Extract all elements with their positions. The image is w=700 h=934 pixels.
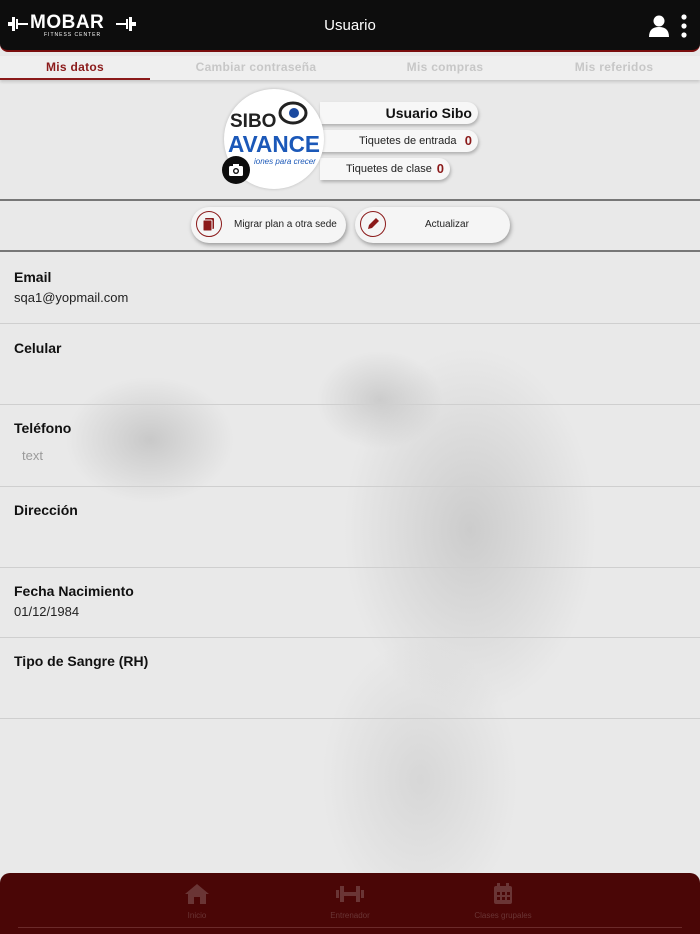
migrate-plan-label: Migrar plan a otra sede bbox=[234, 219, 337, 230]
nav-inicio[interactable]: Inicio bbox=[137, 883, 257, 920]
change-photo-button[interactable] bbox=[222, 156, 250, 184]
nav-inicio-label: Inicio bbox=[187, 911, 207, 920]
more-vertical-icon[interactable] bbox=[680, 14, 688, 38]
celular-label: Celular bbox=[14, 340, 62, 356]
migrate-icon-circle bbox=[196, 211, 222, 237]
nav-clases-grupales[interactable]: Clases grupales bbox=[443, 883, 563, 920]
direccion-label: Dirección bbox=[14, 502, 78, 518]
bottom-nav: Inicio Entrenador Clases grupales bbox=[0, 873, 700, 934]
email-label: Email bbox=[14, 269, 52, 285]
copy-icon bbox=[202, 218, 214, 232]
profile-name: Usuario Sibo bbox=[385, 105, 472, 121]
tipo-sangre-label: Tipo de Sangre (RH) bbox=[14, 653, 149, 669]
entry-tickets-value: 0 bbox=[464, 133, 472, 148]
nav-clases-grupales-label: Clases grupales bbox=[474, 911, 532, 920]
fecha-nacimiento-label: Fecha Nacimiento bbox=[14, 583, 134, 599]
fecha-nacimiento-value[interactable]: 01/12/1984 bbox=[14, 604, 79, 619]
class-tickets-label: Tiquetes de clase bbox=[346, 163, 432, 175]
telefono-placeholder[interactable]: text bbox=[22, 448, 43, 463]
fecha-nacimiento-field[interactable]: Fecha Nacimiento 01/12/1984 bbox=[0, 568, 700, 638]
section-divider bbox=[0, 199, 700, 201]
pencil-icon bbox=[368, 218, 379, 229]
telefono-label: Teléfono bbox=[14, 420, 72, 436]
home-icon bbox=[185, 884, 209, 904]
logo-tagline-text: iones para crecer bbox=[254, 157, 316, 166]
page-title: Usuario bbox=[324, 17, 376, 34]
class-tickets-value: 0 bbox=[436, 161, 444, 176]
tab-mis-datos[interactable]: Mis datos bbox=[0, 56, 150, 80]
update-icon-circle bbox=[360, 211, 386, 237]
migrate-plan-button[interactable]: Migrar plan a otra sede bbox=[191, 207, 346, 243]
entry-tickets-row: Tiquetes de entrada 0 bbox=[320, 130, 478, 152]
tab-cambiar-contrasena[interactable]: Cambiar contraseña bbox=[181, 56, 331, 80]
logo-avance-text: AVANCE bbox=[228, 131, 320, 157]
celular-field[interactable]: Celular bbox=[0, 324, 700, 405]
bottom-nav-divider bbox=[18, 927, 682, 928]
profile-name-pill: Usuario Sibo bbox=[320, 102, 478, 124]
direccion-field[interactable]: Dirección bbox=[0, 487, 700, 568]
tab-mis-referidos[interactable]: Mis referidos bbox=[539, 56, 689, 80]
entry-tickets-label: Tiquetes de entrada bbox=[359, 135, 457, 147]
camera-icon bbox=[229, 164, 243, 176]
tab-bar: Mis datos Cambiar contraseña Mis compras… bbox=[0, 56, 700, 80]
nav-entrenador[interactable]: Entrenador bbox=[290, 883, 410, 920]
update-label: Actualizar bbox=[425, 219, 469, 230]
logo-sibo-text: SIBO bbox=[230, 111, 276, 132]
email-field[interactable]: Email sqa1@yopmail.com bbox=[0, 252, 700, 324]
class-tickets-row: Tiquetes de clase 0 bbox=[320, 158, 450, 180]
email-value[interactable]: sqa1@yopmail.com bbox=[14, 290, 128, 305]
app-header: MOBAR FITNESS CENTER Usuario bbox=[0, 0, 700, 52]
nav-entrenador-label: Entrenador bbox=[330, 911, 370, 920]
tab-mis-compras[interactable]: Mis compras bbox=[370, 56, 520, 80]
user-icon[interactable] bbox=[649, 15, 669, 37]
calendar-icon bbox=[494, 883, 512, 904]
update-button[interactable]: Actualizar bbox=[355, 207, 510, 243]
dumbbell-icon bbox=[336, 886, 364, 902]
telefono-field[interactable]: Teléfono text bbox=[0, 405, 700, 487]
tipo-sangre-field[interactable]: Tipo de Sangre (RH) bbox=[0, 638, 700, 719]
